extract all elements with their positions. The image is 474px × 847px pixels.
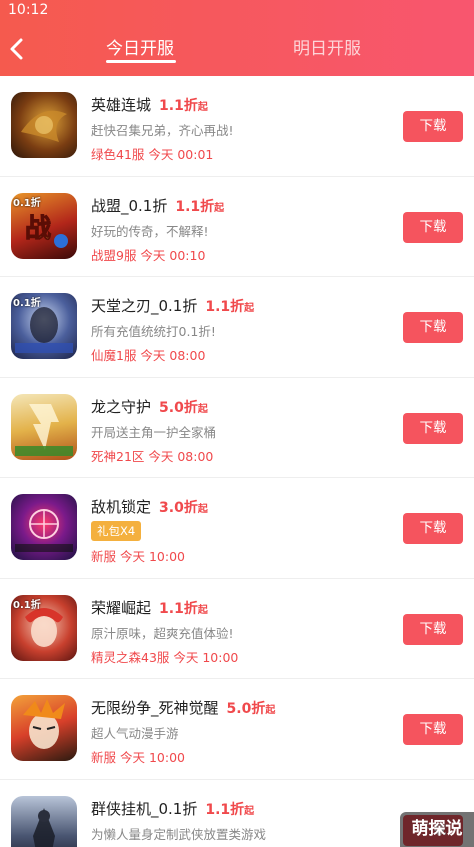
discount-suffix: 起 [265,705,276,716]
game-name: 英雄连城 [91,96,152,114]
download-button[interactable]: 下载 [403,714,463,745]
discount: 3.0折 [159,500,198,516]
discount: 1.1折 [159,98,198,114]
enemy-lock-icon[interactable] [11,494,77,560]
icon-badge: 0.1折 [13,197,41,209]
hero-castle-icon[interactable] [11,92,77,158]
dragon-guard-icon[interactable] [11,393,77,460]
discount: 5.0折 [226,701,266,717]
discount-suffix: 起 [197,504,208,515]
download-button[interactable]: 下载 [403,312,463,343]
discount: 1.1折 [159,600,198,617]
tab-today-open[interactable]: 今日开服 [106,34,174,59]
game-row[interactable]: 无限纷争_死神觉醒 5.0折起 超人气动漫手游 新服 今天 10:00 下载 [0,679,474,780]
game-name: 群侠挂机_0.1折 [91,799,198,818]
server-info: 战盟9服 今天 00:10 [91,247,206,263]
game-row[interactable]: 敌机锁定 3.0折起 礼包X4 新服 今天 10:00 下载 [0,478,474,579]
discount: 1.1折 [205,801,245,818]
top-bar: 10:12 今日开服 明日开服 [0,0,474,76]
game-description: 为懒人量身定制武侠放置类游戏 [91,826,267,842]
download-button[interactable]: 下载 [403,513,463,544]
game-description: 开局送主角一护全家桶 [91,424,217,440]
watermark: 萌探说 [400,812,474,847]
game-name: 战盟_0.1折 [91,196,168,215]
discount: 1.1折 [175,198,215,215]
server-info: 仙魔1服 今天 08:00 [91,348,206,363]
tab-tomorrow-open[interactable]: 明日开服 [293,34,361,59]
infinite-strife-icon[interactable] [11,695,77,761]
game-row[interactable]: 0.1折 荣耀崛起 1.1折起 原汁原味，超爽充值体验! 精灵之森43服 今天 1… [0,579,474,679]
game-description: 好玩的传奇，不解释! [91,223,209,239]
discount-suffix: 起 [197,604,208,616]
discount-suffix: 起 [197,403,208,415]
download-button[interactable]: 下载 [403,613,463,645]
discount-suffix: 起 [214,202,225,214]
server-info: 死神21区 今天 08:00 [91,448,214,464]
download-button[interactable]: 下载 [403,111,463,142]
game-name: 天堂之刃_0.1折 [91,297,198,315]
game-name: 无限纷争_死神觉醒 [91,699,219,717]
game-row[interactable]: 0.1折 天堂之刃_0.1折 1.1折起 所有充值统统打0.1折! 仙魔1服 今天… [0,277,474,378]
server-info: 新服 今天 10:00 [91,750,185,765]
discount: 1.1折 [205,299,245,315]
heaven-blade-icon[interactable]: 0.1折 [11,293,77,359]
status-time: 10:12 [8,2,49,18]
icon-badge: 0.1折 [13,298,41,309]
server-info: 新服 今天 10:00 [91,549,185,564]
back-arrow-icon[interactable] [6,36,28,62]
game-description: 赶快召集兄弟，齐心再战! [91,123,234,138]
server-info: 精灵之森43服 今天 10:00 [91,649,239,665]
war-alliance-icon[interactable]: 战 0.1折 [11,192,77,259]
glory-rise-icon[interactable]: 0.1折 [11,594,77,661]
server-info: 绿色41服 今天 00:01 [91,147,214,162]
game-row[interactable]: 龙之守护 5.0折起 开局送主角一护全家桶 死神21区 今天 08:00 下载 [0,378,474,478]
game-description: 所有充值统统打0.1折! [91,324,216,339]
game-name: 敌机锁定 [91,498,152,516]
gift-pack-badge: 礼包X4 [91,521,142,541]
game-description: 超人气动漫手游 [91,726,179,741]
discount-suffix: 起 [244,303,255,314]
icon-badge: 0.1折 [13,599,41,611]
game-row[interactable]: 战 0.1折 战盟_0.1折 1.1折起 好玩的传奇，不解释! 战盟9服 今天 0… [0,177,474,277]
game-name: 荣耀崛起 [91,598,152,617]
svg-text:战: 战 [25,214,51,244]
heroes-idle-icon[interactable] [11,795,77,847]
active-tab-indicator [106,60,176,63]
discount-suffix: 起 [244,805,255,817]
download-button[interactable]: 下载 [403,412,463,444]
download-button[interactable]: 下载 [403,211,463,243]
game-name: 龙之守护 [91,397,152,416]
discount-suffix: 起 [197,102,208,113]
discount: 5.0折 [159,399,198,416]
game-row[interactable]: 英雄连城 1.1折起 赶快召集兄弟，齐心再战! 绿色41服 今天 00:01 下载 [0,76,474,177]
game-list: 英雄连城 1.1折起 赶快召集兄弟，齐心再战! 绿色41服 今天 00:01 下载… [0,76,474,847]
game-description: 原汁原味，超爽充值体验! [91,625,234,641]
